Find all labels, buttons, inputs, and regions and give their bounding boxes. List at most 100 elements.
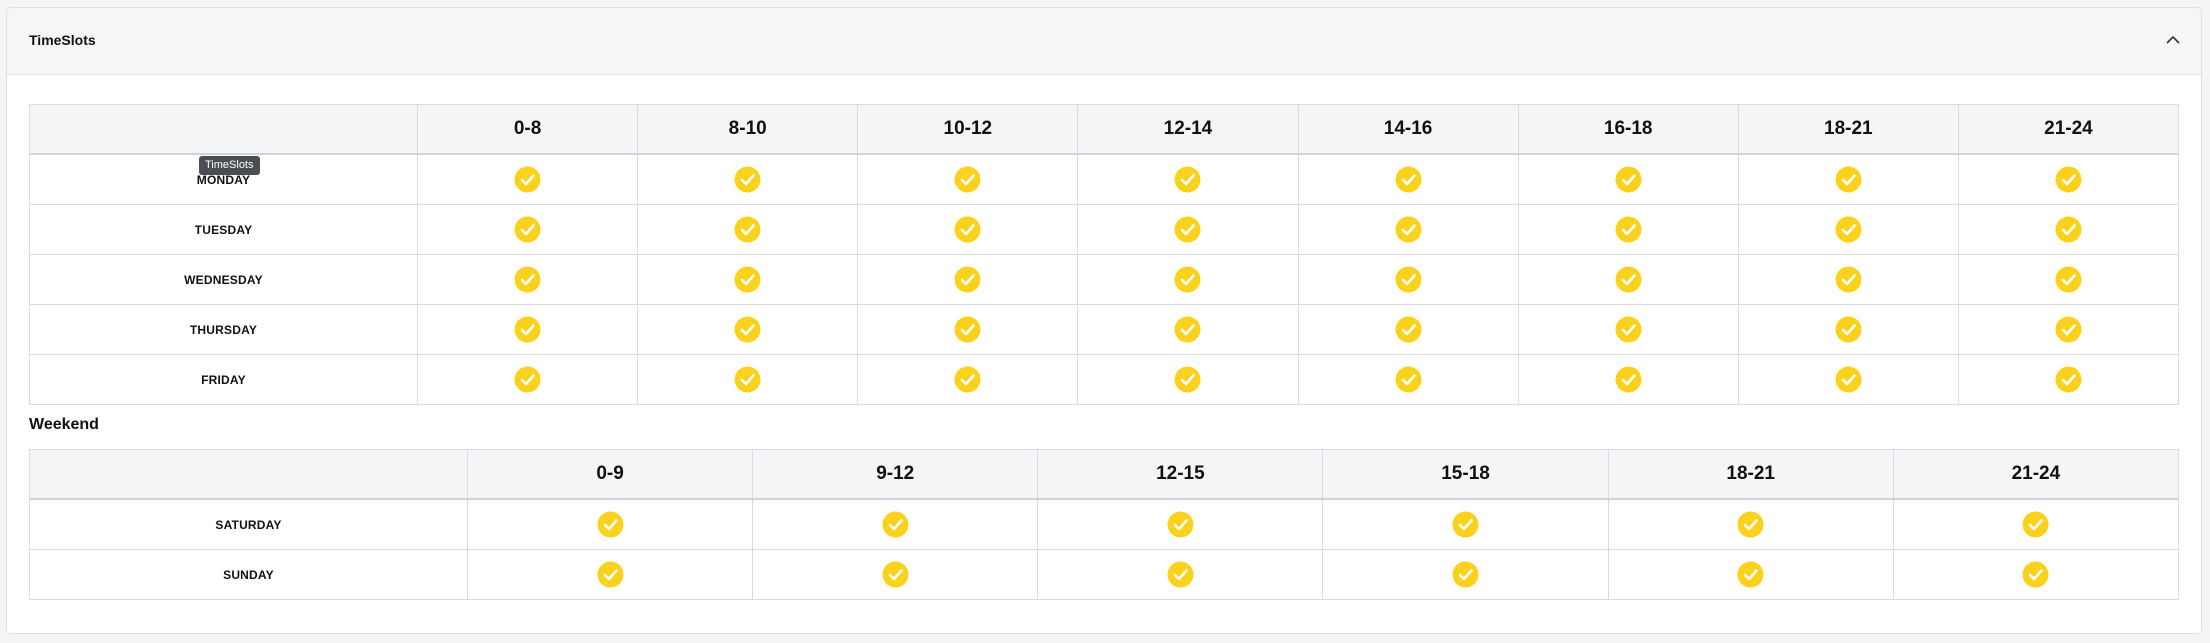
check-circle-icon[interactable]	[2022, 511, 2049, 538]
check-circle-icon[interactable]	[1395, 166, 1422, 193]
check-circle-icon[interactable]	[1835, 166, 1862, 193]
check-circle-icon[interactable]	[597, 511, 624, 538]
check-circle-icon[interactable]	[1835, 216, 1862, 243]
slot-cell[interactable]	[1737, 204, 1959, 255]
check-circle-icon[interactable]	[514, 366, 541, 393]
check-circle-icon[interactable]	[1395, 216, 1422, 243]
check-circle-icon[interactable]	[1737, 511, 1764, 538]
check-circle-icon[interactable]	[1737, 561, 1764, 588]
slot-cell[interactable]	[466, 498, 754, 550]
check-circle-icon[interactable]	[1615, 316, 1642, 343]
check-circle-icon[interactable]	[734, 366, 761, 393]
check-circle-icon[interactable]	[2055, 366, 2082, 393]
check-circle-icon[interactable]	[1167, 561, 1194, 588]
check-circle-icon[interactable]	[2055, 216, 2082, 243]
check-circle-icon[interactable]	[1174, 366, 1201, 393]
slot-cell[interactable]	[857, 304, 1079, 355]
slot-cell[interactable]	[466, 549, 754, 600]
slot-cell[interactable]	[1297, 354, 1519, 405]
slot-cell[interactable]	[1297, 304, 1519, 355]
slot-cell[interactable]	[637, 304, 859, 355]
slot-cell[interactable]	[1737, 153, 1959, 205]
check-circle-icon[interactable]	[597, 561, 624, 588]
check-circle-icon[interactable]	[514, 216, 541, 243]
check-circle-icon[interactable]	[2055, 166, 2082, 193]
check-circle-icon[interactable]	[734, 316, 761, 343]
slot-cell[interactable]	[416, 304, 639, 355]
slot-cell[interactable]	[416, 354, 639, 405]
check-circle-icon[interactable]	[1174, 316, 1201, 343]
slot-cell[interactable]	[1297, 204, 1519, 255]
slot-cell[interactable]	[1517, 254, 1739, 305]
slot-cell[interactable]	[1322, 549, 1609, 600]
slot-cell[interactable]	[1957, 254, 2180, 305]
check-circle-icon[interactable]	[1174, 166, 1201, 193]
slot-cell[interactable]	[637, 254, 859, 305]
slot-cell[interactable]	[1297, 254, 1519, 305]
slot-cell[interactable]	[1077, 153, 1299, 205]
check-circle-icon[interactable]	[1174, 216, 1201, 243]
check-circle-icon[interactable]	[1395, 266, 1422, 293]
slot-cell[interactable]	[1037, 498, 1324, 550]
check-circle-icon[interactable]	[882, 511, 909, 538]
slot-cell[interactable]	[1607, 498, 1894, 550]
slot-cell[interactable]	[857, 254, 1079, 305]
check-circle-icon[interactable]	[954, 366, 981, 393]
check-circle-icon[interactable]	[514, 316, 541, 343]
panel-header[interactable]: TimeSlots	[7, 8, 2201, 75]
check-circle-icon[interactable]	[734, 166, 761, 193]
check-circle-icon[interactable]	[1452, 561, 1479, 588]
slot-cell[interactable]	[1892, 549, 2180, 600]
slot-cell[interactable]	[1322, 498, 1609, 550]
slot-cell[interactable]	[1737, 304, 1959, 355]
check-circle-icon[interactable]	[2055, 266, 2082, 293]
check-circle-icon[interactable]	[734, 266, 761, 293]
slot-cell[interactable]	[637, 153, 859, 205]
check-circle-icon[interactable]	[1615, 216, 1642, 243]
check-circle-icon[interactable]	[2055, 316, 2082, 343]
check-circle-icon[interactable]	[2022, 561, 2049, 588]
slot-cell[interactable]	[857, 204, 1079, 255]
slot-cell[interactable]	[637, 204, 859, 255]
slot-cell[interactable]	[1737, 254, 1959, 305]
slot-cell[interactable]	[752, 549, 1039, 600]
slot-cell[interactable]	[1957, 153, 2180, 205]
check-circle-icon[interactable]	[1452, 511, 1479, 538]
check-circle-icon[interactable]	[734, 216, 761, 243]
slot-cell[interactable]	[1607, 549, 1894, 600]
slot-cell[interactable]	[1957, 304, 2180, 355]
chevron-up-icon[interactable]	[2163, 30, 2183, 50]
check-circle-icon[interactable]	[1835, 366, 1862, 393]
slot-cell[interactable]	[857, 354, 1079, 405]
slot-cell[interactable]	[1077, 254, 1299, 305]
slot-cell[interactable]	[1517, 354, 1739, 405]
check-circle-icon[interactable]	[1615, 366, 1642, 393]
slot-cell[interactable]	[1517, 153, 1739, 205]
check-circle-icon[interactable]	[1615, 166, 1642, 193]
slot-cell[interactable]	[1737, 354, 1959, 405]
check-circle-icon[interactable]	[954, 316, 981, 343]
check-circle-icon[interactable]	[1167, 511, 1194, 538]
check-circle-icon[interactable]	[1615, 266, 1642, 293]
check-circle-icon[interactable]	[882, 561, 909, 588]
slot-cell[interactable]	[1957, 204, 2180, 255]
check-circle-icon[interactable]	[1174, 266, 1201, 293]
slot-cell[interactable]	[1517, 204, 1739, 255]
slot-cell[interactable]	[1077, 204, 1299, 255]
slot-cell[interactable]	[1037, 549, 1324, 600]
slot-cell[interactable]	[416, 204, 639, 255]
slot-cell[interactable]	[416, 254, 639, 305]
check-circle-icon[interactable]	[1395, 366, 1422, 393]
slot-cell[interactable]	[752, 498, 1039, 550]
slot-cell[interactable]	[1957, 354, 2180, 405]
slot-cell[interactable]	[1517, 304, 1739, 355]
check-circle-icon[interactable]	[954, 216, 981, 243]
check-circle-icon[interactable]	[954, 166, 981, 193]
check-circle-icon[interactable]	[514, 166, 541, 193]
slot-cell[interactable]	[1892, 498, 2180, 550]
check-circle-icon[interactable]	[1395, 316, 1422, 343]
slot-cell[interactable]	[1077, 354, 1299, 405]
check-circle-icon[interactable]	[514, 266, 541, 293]
slot-cell[interactable]	[416, 153, 639, 205]
slot-cell[interactable]	[1297, 153, 1519, 205]
